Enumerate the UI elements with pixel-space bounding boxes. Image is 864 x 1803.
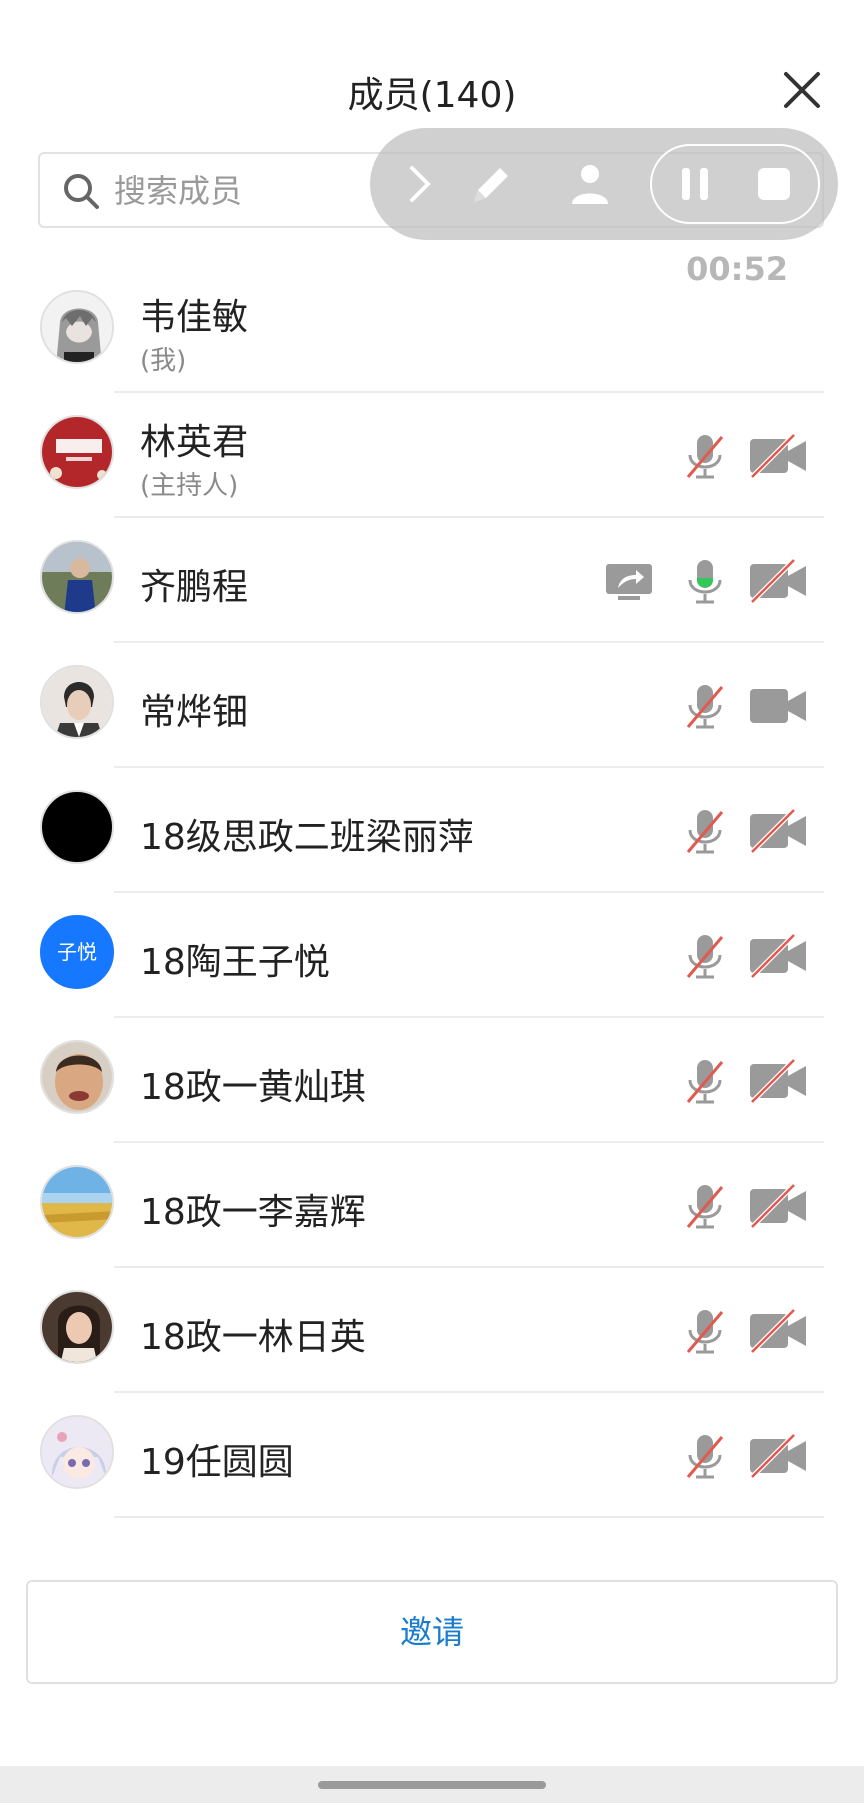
mic-muted-icon[interactable] [680,1056,730,1106]
avatar: 子悦 [40,915,114,989]
member-name: 林英君 [140,422,249,463]
recording-toolbar [370,128,838,240]
search-icon [64,174,99,209]
pause-recording-button[interactable] [680,166,710,206]
member-name: 18陶王子悦 [140,942,330,983]
participants-button[interactable] [570,162,610,208]
camera-off-icon[interactable] [748,558,808,604]
avatar [40,1165,114,1239]
expand-button[interactable] [408,164,432,208]
pause-icon [682,168,708,200]
member-name: 18政一黄灿琪 [140,1067,366,1108]
members-sheet: 成员(140) 搜索成员 00:52 韦佳敏 (我) 林英君 (主持人) 齐鹏程… [0,0,864,1803]
mic-active-icon[interactable] [680,556,730,606]
camera-off-icon[interactable] [748,808,808,854]
mic-muted-icon[interactable] [680,806,730,856]
mic-muted-icon[interactable] [680,1181,730,1231]
mic-muted-icon[interactable] [680,431,730,481]
camera-off-icon[interactable] [748,433,808,479]
member-list: 韦佳敏 (我) 林英君 (主持人) 齐鹏程 常烨钿 18级思政二班梁丽萍 子悦 … [0,268,864,1543]
close-button[interactable] [780,68,824,112]
avatar [40,665,114,739]
person-icon [572,165,608,204]
list-item[interactable]: 18级思政二班梁丽萍 [0,768,864,893]
member-role: (我) [140,346,187,376]
pencil-icon [474,168,508,202]
stop-icon [758,168,790,200]
stop-recording-button[interactable] [756,166,792,206]
camera-off-icon[interactable] [748,1308,808,1354]
mic-muted-icon[interactable] [680,1306,730,1356]
list-item[interactable]: 韦佳敏 (我) [0,268,864,393]
camera-off-icon[interactable] [748,1433,808,1479]
member-name: 常烨钿 [140,692,249,733]
camera-on-icon[interactable] [748,683,808,729]
recording-controls [650,144,820,224]
member-name: 齐鹏程 [140,567,249,608]
list-item[interactable]: 林英君 (主持人) [0,393,864,518]
avatar [40,415,114,489]
screen-share-icon[interactable] [604,562,654,602]
member-name: 韦佳敏 [140,297,249,338]
annotate-button[interactable] [468,162,514,212]
page-title: 成员(140) [347,75,517,116]
list-item[interactable]: 18政一林日英 [0,1268,864,1393]
mic-muted-icon[interactable] [680,931,730,981]
list-item[interactable]: 18政一李嘉辉 [0,1143,864,1268]
home-indicator[interactable] [318,1781,546,1789]
member-name: 18政一林日英 [140,1317,366,1358]
avatar [40,1040,114,1114]
avatar [40,290,114,364]
invite-button[interactable]: 邀请 [26,1580,838,1684]
avatar [40,1290,114,1364]
camera-off-icon[interactable] [748,933,808,979]
close-icon [784,72,820,108]
member-role: (主持人) [140,471,239,501]
mic-muted-icon[interactable] [680,681,730,731]
list-item[interactable]: 18政一黄灿琪 [0,1018,864,1143]
mic-muted-icon[interactable] [680,1431,730,1481]
camera-off-icon[interactable] [748,1058,808,1104]
chevron-right-icon [410,166,431,202]
avatar [40,540,114,614]
avatar [40,790,114,864]
avatar [40,1415,114,1489]
list-item[interactable]: 19任圆圆 [0,1393,864,1518]
divider [114,1516,824,1518]
member-name: 19任圆圆 [140,1442,294,1483]
camera-off-icon[interactable] [748,1183,808,1229]
member-name: 18级思政二班梁丽萍 [140,817,474,858]
list-item[interactable]: 常烨钿 [0,643,864,768]
list-item[interactable]: 子悦 18陶王子悦 [0,893,864,1018]
list-item[interactable]: 齐鹏程 [0,518,864,643]
member-name: 18政一李嘉辉 [140,1192,366,1233]
